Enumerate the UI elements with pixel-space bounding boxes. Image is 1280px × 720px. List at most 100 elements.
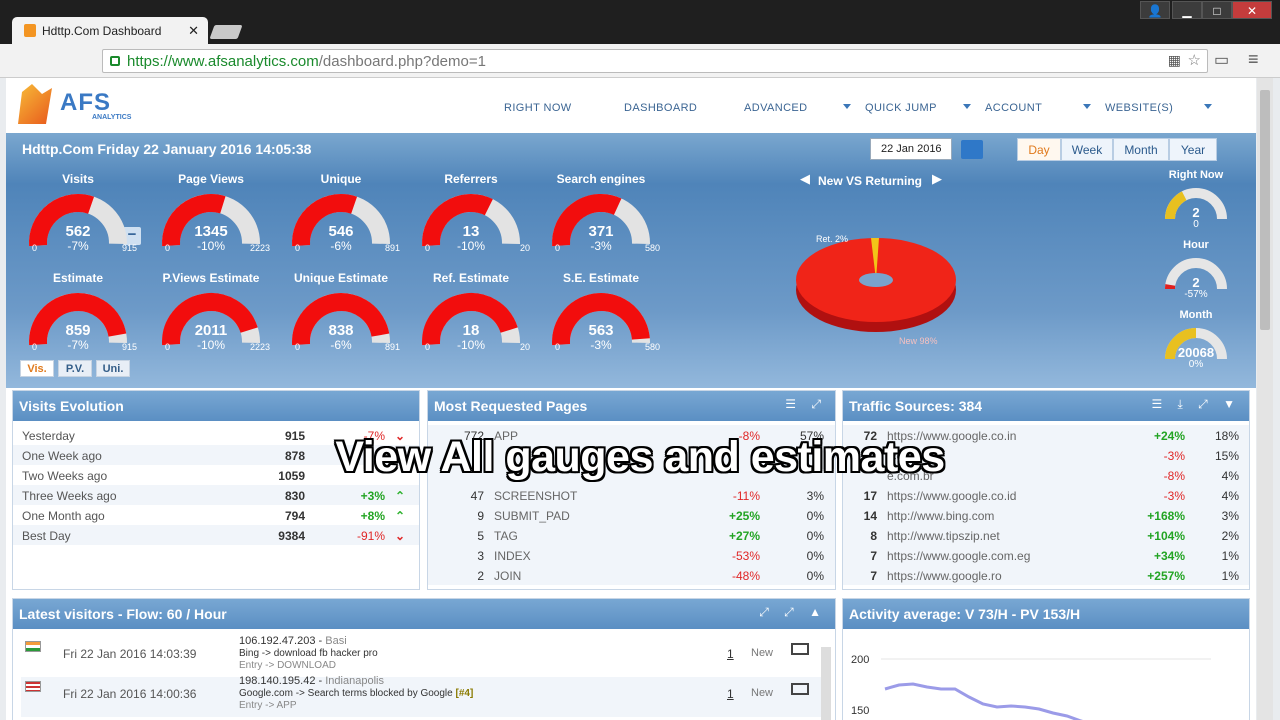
gauge-min: 0 [425,243,431,253]
menu-dashboard[interactable]: DASHBOARD [624,102,697,114]
visitor-entry: Entry -> DOWNLOAD [239,660,336,671]
source-row[interactable]: 17 https://www.google.co.id -3% 4% [843,485,1249,505]
page-row[interactable]: 2 JOIN -48% 0% [428,565,835,585]
gauge-max: 915 [121,243,137,253]
period-week[interactable]: Week [1061,138,1113,161]
menu-right-now[interactable]: RIGHT NOW [504,102,572,114]
source-share: 2% [1221,529,1239,543]
row-label: One Month ago [22,509,105,523]
tab-unique[interactable]: Uni. [96,360,130,377]
visitor-row[interactable]: Fri 22 Jan 2016 14:00:36 198.140.195.42 -… [21,675,821,717]
side-gauge: 20 [1156,183,1236,231]
gauge-value: 546 [328,223,354,240]
visitor-location: Basi [325,635,347,647]
panel-expand-collapse-icons[interactable]: ⤢ ⤢ ▲ [759,605,827,620]
minimize-button[interactable]: ▁ [1172,1,1202,19]
evolution-row[interactable]: Best Day 9384 -91% ⌄ [13,525,419,545]
page-row[interactable]: 9 SUBMIT_PAD +25% 0% [428,505,835,525]
source-url[interactable]: https://www.google.com.eg [887,549,1030,563]
visit-count[interactable]: 1 [727,687,734,701]
url-input[interactable]: https://www.afsanalytics.com/dashboard.p… [102,49,1208,73]
ip-address[interactable]: 198.140.195.42 [239,675,315,687]
referrer-tag: [#4] [455,688,474,699]
next-arrow-icon[interactable]: ▶ [932,171,942,187]
prev-arrow-icon[interactable]: ◀ [800,171,810,187]
page-row[interactable]: 47 SCREENSHOT -11% 3% [428,485,835,505]
panel-menu-expand-icons[interactable]: ☰ ⤢ [785,397,827,412]
close-tab-icon[interactable]: ✕ [188,23,199,39]
period-month[interactable]: Month [1113,138,1169,161]
visitors-scrollbar[interactable] [821,647,831,720]
evolution-row[interactable]: Three Weeks ago 830 +3% ⌃ [13,485,419,505]
source-row[interactable]: 7 https://www.google.ro +257% 1% [843,565,1249,585]
menu-quick-jump[interactable]: QUICK JUMP [865,102,937,114]
gauge-label: S.E. Estimate [562,271,640,285]
gauge-min: 0 [32,342,38,352]
gauge-label: Referrers [444,172,498,186]
new-tab-button[interactable] [209,25,243,39]
user-icon[interactable]: 👤 [1140,1,1170,19]
evolution-row[interactable]: One Month ago 794 +8% ⌃ [13,505,419,525]
page-share: 0% [806,569,824,583]
translate-icon[interactable]: ▦ [1168,52,1181,69]
afs-logo[interactable]: AFS ANALYTICS [14,84,144,126]
source-share: 4% [1221,489,1239,503]
panel-menu-download-expand-icons[interactable]: ☰ ⤓ ⤢ ▼ [1151,397,1241,412]
visit-count[interactable]: 1 [727,647,734,661]
visitor-type: New [751,687,774,699]
period-year[interactable]: Year [1169,138,1217,161]
visitor-row[interactable]: Fri 22 Jan 2016 14:03:39 106.192.47.203 -… [21,635,821,677]
page-share: 0% [806,549,824,563]
source-url[interactable]: http://www.bing.com [887,509,994,523]
source-row[interactable]: 7 https://www.google.com.eg +34% 1% [843,545,1249,565]
visitor-type: New [751,647,774,659]
cast-icon[interactable]: ▭ [1214,50,1229,70]
bookmark-star-icon[interactable]: ☆ [1188,51,1201,69]
page-row[interactable]: 3 INDEX -53% 0% [428,545,835,565]
logo-subtext: ANALYTICS [92,114,132,121]
source-url[interactable]: http://www.tipszip.net [887,529,1000,543]
new-vs-returning-pie: Ret. 2% New 98% [796,234,956,346]
ip-address[interactable]: 106.192.47.203 [239,635,315,647]
chrome-menu-icon[interactable]: ≡ [1248,49,1259,70]
menu-advanced[interactable]: ADVANCED [744,102,808,114]
page-row[interactable]: 5 TAG +27% 0% [428,525,835,545]
scroll-thumb[interactable] [1260,90,1270,330]
source-count: 7 [870,569,877,583]
page-change: -11% [732,489,760,503]
calendar-icon[interactable] [961,140,983,159]
video-caption: View All gauges and estimates [335,433,945,481]
visitor-ip: 106.192.47.203 - Basi [239,635,347,647]
source-row[interactable]: 14 http://www.bing.com +168% 3% [843,505,1249,525]
close-window-button[interactable]: ✕ [1232,1,1272,19]
page-scrollbar[interactable] [1257,78,1273,720]
gauge-max: 580 [644,243,660,253]
menu-websites[interactable]: WEBSITE(S) [1105,102,1173,114]
chevron-down-icon[interactable] [843,104,851,109]
tab-page-views[interactable]: P.V. [58,360,92,377]
menu-account[interactable]: ACCOUNT [985,102,1042,114]
site-date-title: Hdttp.Com Friday 22 January 2016 14:05:3… [22,141,312,157]
source-row[interactable]: 8 http://www.tipszip.net +104% 2% [843,525,1249,545]
gauge-max: 891 [384,243,400,253]
date-input[interactable]: 22 Jan 2016 [870,138,952,160]
side-gauge: 20068 0% [1156,323,1236,371]
chevron-down-icon[interactable] [1083,104,1091,109]
visitor-referrer: Google.com -> Search terms blocked by Go… [239,688,473,699]
source-url[interactable]: https://www.google.ro [887,569,1002,583]
maximize-button[interactable]: □ [1202,1,1232,19]
chevron-down-icon[interactable] [963,104,971,109]
side-gauge-label: Right Now [1168,169,1224,181]
row-change: -91% [356,529,385,543]
visit-date: Fri 22 Jan 2016 14:03:39 [63,647,197,661]
tab-visits[interactable]: Vis. [20,360,54,377]
gauge-value: 2011 [194,322,228,339]
period-day[interactable]: Day [1017,138,1061,161]
browser-tab-bar: Hdttp.Com Dashboard ✕ 👤 ▁ □ ✕ [0,0,1280,44]
source-url[interactable]: https://www.google.co.id [887,489,1016,503]
page-share: 3% [806,489,824,503]
visitor-ip: 198.140.195.42 - Indianapolis [239,675,384,687]
chevron-down-icon[interactable] [1204,104,1212,109]
gauge: 859 -7% 0 915 [13,288,143,358]
browser-tab[interactable]: Hdttp.Com Dashboard ✕ [12,17,208,44]
